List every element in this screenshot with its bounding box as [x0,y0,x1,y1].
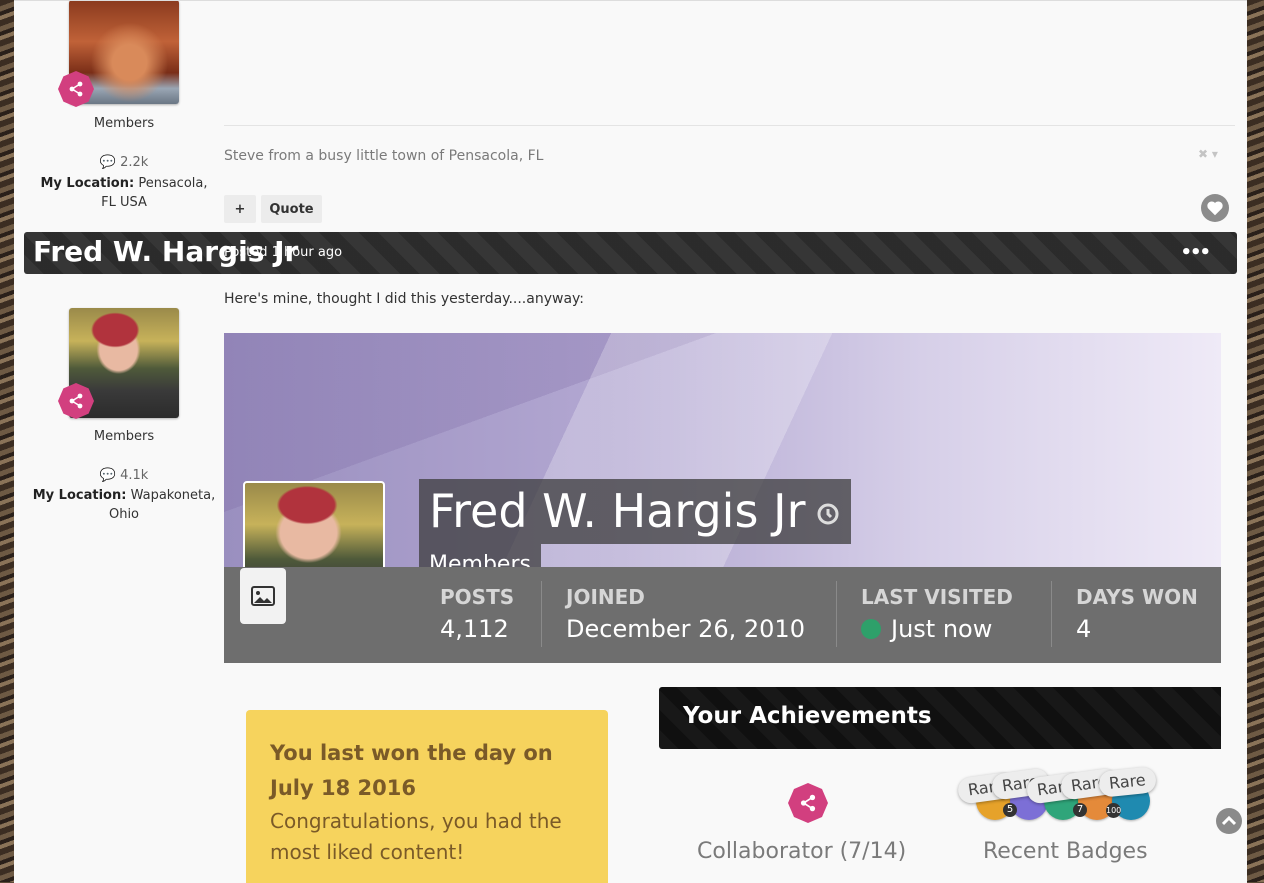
comment-icon: 💬 [99,155,116,170]
day-won-text-line2: most liked content! [270,840,465,864]
online-status-icon [861,619,881,639]
joined-value: December 26, 2010 [566,615,805,643]
multiquote-button[interactable]: + [224,195,256,223]
scroll-to-top-button[interactable] [1216,808,1242,834]
author-location: My Location: Pensacola, FL USA [14,174,234,212]
location-label: My Location: [40,176,135,191]
author-name[interactable]: Fred W. Hargis Jr [33,235,298,268]
profile-name-box: Fred W. Hargis Jr [419,479,851,544]
share-icon [69,393,83,409]
post-count-value: 4.1k [120,468,149,483]
signature-options-icon[interactable]: ✖ ▾ [1198,147,1218,161]
forum-page: Members 💬 2.2k My Location: Pensacola, F… [14,0,1247,883]
stat-divider [541,581,542,647]
author-post-count[interactable]: 💬 4.1k [14,468,234,483]
history-icon[interactable] [815,501,841,527]
last-visited-value: Just now [861,615,992,643]
post-options-button[interactable]: ••• [1180,242,1210,263]
signature-divider [224,125,1235,126]
signature: Steve from a busy little town of Pensaco… [224,148,544,164]
comment-icon: 💬 [99,468,116,483]
author-post-count[interactable]: 💬 2.2k [14,155,234,170]
location-label: My Location: [32,488,127,503]
location-value: Wapakoneta, [130,488,216,503]
location-value-line2: FL USA [101,195,147,210]
day-won-title-line1: You last won the day on [270,741,553,765]
location-value: Pensacola, [138,176,208,191]
quote-button[interactable]: Quote [261,195,322,223]
share-icon [69,81,83,97]
rank-badge-icon [58,71,94,107]
achievements-header: Your Achievements [659,687,1221,749]
author-location: My Location: Wapakoneta, Ohio [14,486,234,524]
days-won-label: DAYS WON [1076,585,1198,609]
profile-name: Fred W. Hargis Jr [429,484,806,538]
joined-label: JOINED [566,585,645,609]
page-background-right [1247,0,1264,882]
rank-icon[interactable] [788,783,828,823]
share-icon [800,794,816,812]
cover-photo-button[interactable] [240,568,286,624]
author-group: Members [93,116,155,131]
react-button[interactable] [1201,194,1229,222]
image-icon [251,586,275,606]
stat-divider [1051,581,1052,647]
heart-icon [1207,201,1223,216]
location-value-line2: Ohio [108,507,140,522]
post-body: Here's mine, thought I did this yesterda… [224,291,585,307]
post-header: Posted 1 hour ago Fred W. Hargis Jr ••• [24,232,1237,274]
last-visited-label: LAST VISITED [861,585,1013,609]
profile-stats: POSTS 4,112 JOINED December 26, 2010 LAS… [224,567,1221,663]
page-background-left [0,0,14,882]
day-won-box: You last won the day on July 18 2016 Con… [246,710,608,883]
chevron-up-icon [1222,816,1236,826]
profile-cover: Fred W. Hargis Jr Members [224,333,1221,567]
profile-photo[interactable] [243,481,385,567]
posts-value: 4,112 [440,615,509,643]
profile-group: Members [419,544,541,567]
day-won-text-line1: Congratulations, you had the [270,809,562,833]
author-group: Members [93,429,155,444]
posts-label: POSTS [440,585,515,609]
last-visited-text: Just now [891,615,993,643]
rank-caption[interactable]: Collaborator (7/14) [697,839,906,864]
stat-divider [836,581,837,647]
badge-count: 7 [1073,803,1087,817]
days-won-value[interactable]: 4 [1076,615,1091,643]
post-count-value: 2.2k [120,155,149,170]
achievements-title: Your Achievements [683,703,932,729]
badge-count: 100 [1106,803,1121,818]
recent-badges-caption[interactable]: Recent Badges [983,839,1148,864]
day-won-title-line2: July 18 2016 [270,776,416,800]
badge-count: 5 [1003,803,1017,817]
